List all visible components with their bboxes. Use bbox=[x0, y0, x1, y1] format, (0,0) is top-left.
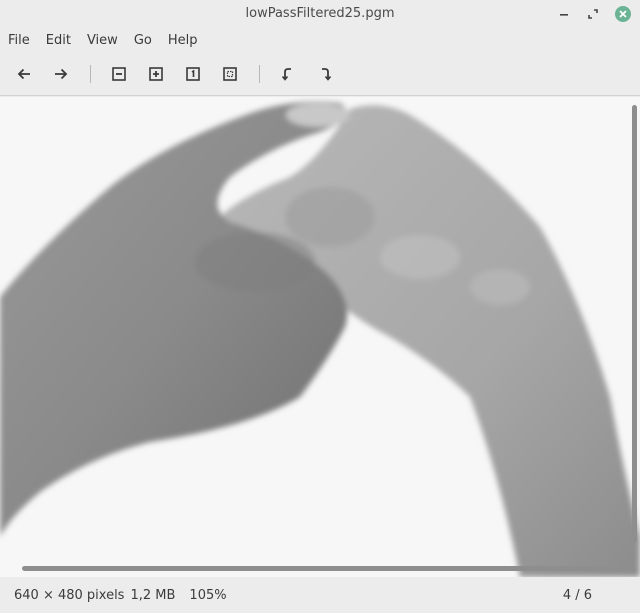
zoom-fit-button[interactable] bbox=[218, 62, 242, 86]
arrow-left-icon bbox=[17, 68, 30, 79]
vertical-scrollbar[interactable] bbox=[632, 105, 637, 543]
minimize-icon bbox=[560, 14, 568, 16]
zoom-in-button[interactable] bbox=[144, 62, 168, 86]
zoom-fit-icon bbox=[223, 66, 237, 81]
maximize-button[interactable] bbox=[583, 4, 603, 24]
menu-go[interactable]: Go bbox=[134, 33, 152, 48]
image-position: 4 / 6 bbox=[562, 587, 592, 603]
zoom-out-icon bbox=[112, 66, 126, 81]
close-button[interactable] bbox=[613, 4, 633, 24]
next-image-button[interactable] bbox=[49, 62, 73, 86]
status-bar: 640 × 480 pixels 1,2 MB 105% 4 / 6 bbox=[0, 577, 640, 613]
close-icon bbox=[615, 6, 631, 22]
image-dimensions: 640 × 480 pixels bbox=[14, 587, 125, 603]
file-size: 1,2 MB bbox=[130, 587, 176, 603]
rotate-left-button[interactable] bbox=[276, 62, 300, 86]
arrow-right-icon bbox=[55, 68, 68, 79]
menu-file[interactable]: File bbox=[8, 33, 30, 48]
minimize-button[interactable] bbox=[554, 4, 574, 24]
toolbar-separator bbox=[259, 64, 260, 83]
zoom-normal-icon bbox=[186, 66, 200, 81]
window-title: lowPassFiltered25.pgm bbox=[245, 6, 395, 21]
menu-edit[interactable]: Edit bbox=[46, 33, 71, 48]
menu-help[interactable]: Help bbox=[168, 33, 198, 48]
menu-bar: File Edit View Go Help bbox=[0, 28, 640, 52]
maximize-icon bbox=[588, 9, 598, 19]
toolbar-separator bbox=[90, 64, 91, 83]
title-bar: lowPassFiltered25.pgm bbox=[0, 0, 640, 28]
menu-view[interactable]: View bbox=[87, 33, 118, 48]
image-viewer-window: lowPassFiltered25.pgm File Edit View Go … bbox=[0, 0, 640, 613]
zoom-in-icon bbox=[149, 66, 163, 81]
rotate-right-icon bbox=[322, 67, 332, 81]
horizontal-scrollbar[interactable] bbox=[22, 566, 614, 571]
rotate-left-icon bbox=[281, 67, 291, 81]
zoom-out-button[interactable] bbox=[107, 62, 131, 86]
previous-image-button[interactable] bbox=[12, 62, 36, 86]
zoom-normal-button[interactable] bbox=[181, 62, 205, 86]
toolbar bbox=[0, 52, 640, 96]
zoom-level: 105% bbox=[189, 587, 227, 603]
image-canvas[interactable] bbox=[0, 97, 640, 577]
grayscale-hands-image bbox=[0, 97, 640, 577]
rotate-right-button[interactable] bbox=[313, 62, 337, 86]
